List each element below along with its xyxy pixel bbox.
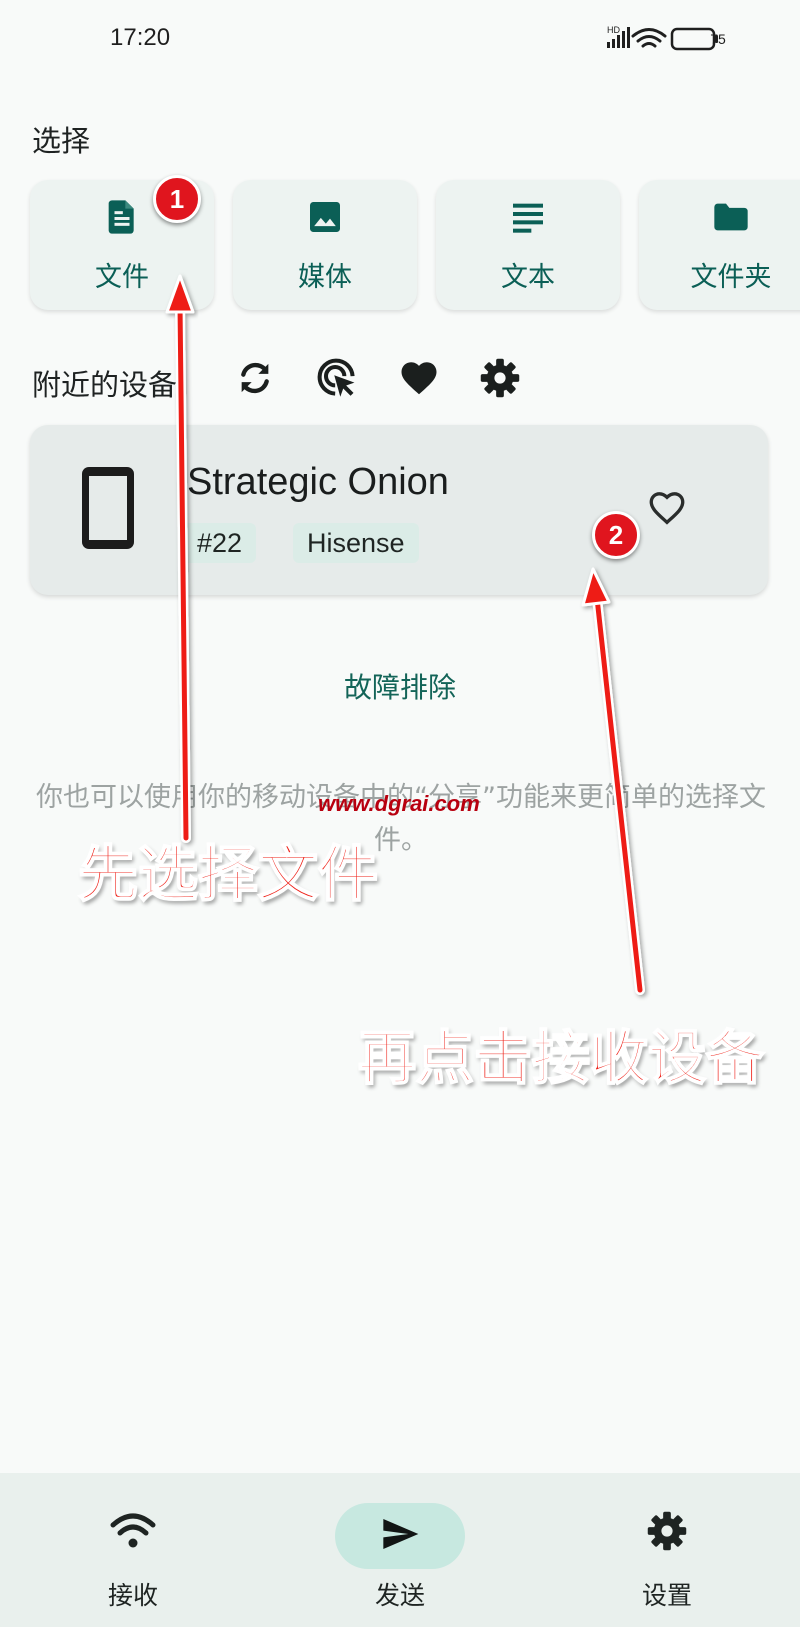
heart-outline-icon[interactable] <box>645 487 689 529</box>
svg-text:HD: HD <box>607 25 620 35</box>
select-options: 文件 媒体 文本 文件夹 <box>30 180 800 310</box>
wifi-icon <box>110 1513 156 1548</box>
folder-icon <box>714 203 748 231</box>
cursor-target-icon[interactable] <box>315 356 359 400</box>
send-icon <box>383 1519 419 1549</box>
battery-level: 75 <box>710 31 726 47</box>
select-text-label: 文本 <box>501 262 555 293</box>
step-2-badge: 2 <box>592 511 640 559</box>
document-icon <box>108 200 134 234</box>
select-folder-button[interactable]: 文件夹 <box>639 180 800 310</box>
step-2-instruction: 再点击接收设备 <box>357 1023 765 1093</box>
nav-receive[interactable]: 接收 <box>33 1473 233 1627</box>
device-tag-id: #22 <box>183 523 257 563</box>
refresh-icon[interactable] <box>235 358 275 398</box>
device-tag-brand: Hisense <box>293 523 419 563</box>
gear-icon[interactable] <box>479 357 521 399</box>
text-lines-icon <box>513 203 543 233</box>
status-time: 17:20 <box>110 24 171 51</box>
bottom-nav: 接收 发送 设置 <box>0 1473 800 1627</box>
step-1-instruction: 先选择文件 <box>77 839 379 911</box>
watermark-text: www.dgrai.com <box>318 791 480 816</box>
nav-receive-label: 接收 <box>107 1581 158 1610</box>
nav-settings[interactable]: 设置 <box>567 1473 767 1627</box>
hd-signal-icon: HD <box>607 25 630 48</box>
heart-icon[interactable] <box>397 357 441 399</box>
nav-send[interactable]: 发送 <box>300 1473 500 1627</box>
phone-icon <box>82 467 134 549</box>
device-card[interactable]: Strategic Onion #22 Hisense <box>30 425 768 595</box>
image-icon <box>310 202 340 232</box>
select-section-title: 选择 <box>32 124 91 158</box>
select-text-button[interactable]: 文本 <box>436 180 620 310</box>
nearby-section-title: 附近的设备 <box>32 368 178 402</box>
select-media-label: 媒体 <box>298 262 352 293</box>
step-1-badge: 1 <box>153 175 201 223</box>
wifi-icon <box>631 28 667 48</box>
troubleshoot-link[interactable]: 故障排除 <box>0 666 800 706</box>
select-file-label: 文件 <box>95 262 149 293</box>
nav-settings-label: 设置 <box>641 1581 692 1610</box>
device-name: Strategic Onion <box>187 461 449 503</box>
status-bar: 17:20 HD 75 <box>0 0 800 80</box>
select-folder-label: 文件夹 <box>690 262 772 293</box>
nav-send-label: 发送 <box>374 1581 425 1610</box>
select-media-button[interactable]: 媒体 <box>233 180 417 310</box>
gear-icon <box>647 1511 687 1551</box>
